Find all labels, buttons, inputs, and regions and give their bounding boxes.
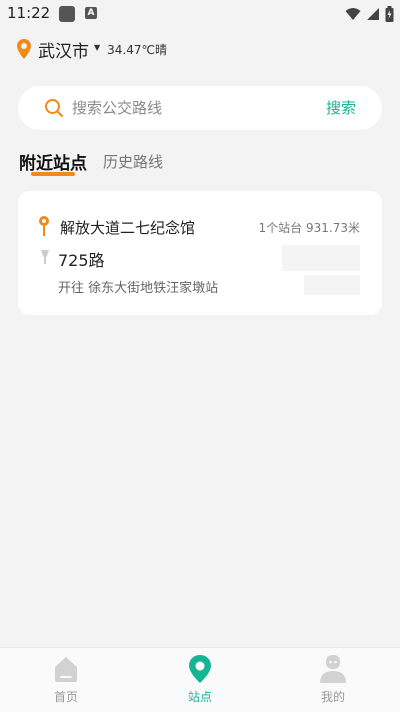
caret-down-icon[interactable]: ▼ (94, 43, 100, 52)
nav-stations[interactable]: 站点 (160, 648, 240, 712)
a-notification-icon: A (85, 7, 97, 19)
nav-profile[interactable]: 我的 (293, 648, 373, 712)
arrival-info-placeholder (282, 245, 360, 271)
profile-icon (320, 655, 346, 683)
search-input[interactable] (72, 98, 312, 118)
status-time: 11:22 (7, 4, 51, 22)
bus-route-icon (41, 250, 49, 264)
battery-icon (385, 6, 394, 22)
search-icon (45, 99, 63, 117)
location-pin-icon (17, 39, 31, 59)
tab-nearby-stations[interactable]: 附近站点 (19, 149, 87, 174)
bus-stop-icon (39, 216, 49, 236)
signal-icon (367, 8, 379, 20)
wifi-icon (345, 8, 361, 20)
nav-home-label: 首页 (53, 690, 78, 704)
station-name: 解放大道二七纪念馆 (60, 219, 196, 237)
status-bar: 11:22 A (0, 0, 400, 28)
bottom-navigation: 首页 站点 我的 (0, 647, 400, 712)
active-tab-indicator (31, 172, 75, 176)
station-card[interactable]: 解放大道二七纪念馆 1个站台 931.73米 725路 开往 徐东大街地铁汪家墩… (18, 191, 382, 315)
arrival-time-placeholder (304, 275, 360, 295)
nav-profile-label: 我的 (320, 690, 345, 704)
home-icon (55, 657, 77, 682)
nav-stations-label: 站点 (187, 690, 212, 704)
nav-home[interactable]: 首页 (26, 648, 106, 712)
station-distance: 1个站台 931.73米 (258, 221, 360, 235)
search-bar[interactable]: 搜索 (18, 86, 382, 130)
city-selector[interactable]: 武汉市 (38, 37, 89, 62)
tab-history-routes[interactable]: 历史路线 (103, 151, 163, 172)
location-row[interactable]: 武汉市 ▼ 34.47℃晴 (16, 36, 167, 62)
weather-text: 34.47℃晴 (107, 42, 167, 57)
search-button[interactable]: 搜索 (326, 97, 356, 118)
route-direction: 开往 徐东大街地铁汪家墩站 (58, 281, 219, 296)
location-pin-icon (189, 655, 211, 683)
status-indicators (345, 5, 394, 23)
app-notification-icon (59, 6, 75, 22)
route-number[interactable]: 725路 (58, 247, 105, 271)
